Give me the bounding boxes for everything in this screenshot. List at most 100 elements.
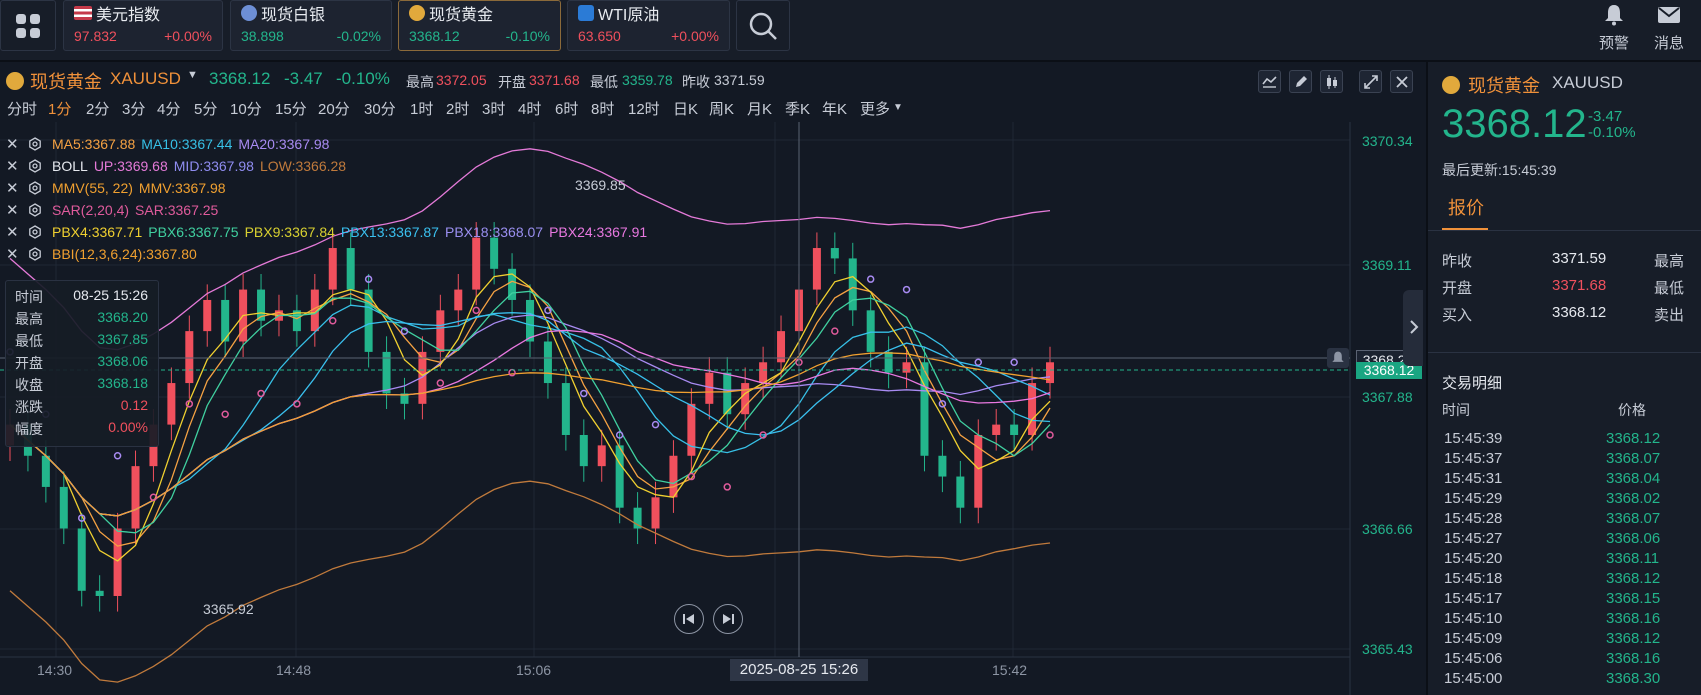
indicator-value: PBX18:3368.07 bbox=[444, 224, 544, 240]
period-4[interactable]: 4分 bbox=[157, 98, 180, 119]
close-icon[interactable]: ✕ bbox=[6, 157, 20, 175]
close-icon[interactable]: ✕ bbox=[6, 245, 20, 263]
period-16[interactable]: 12时 bbox=[628, 98, 660, 119]
period-7[interactable]: 15分 bbox=[275, 98, 307, 119]
candle-body bbox=[59, 486, 68, 529]
period-14[interactable]: 6时 bbox=[555, 98, 578, 119]
candle-body bbox=[490, 237, 499, 269]
trade-time: 15:45:29 bbox=[1444, 490, 1503, 507]
ticker-oil[interactable]: WTI原油 63.650 +0.00% bbox=[567, 0, 730, 51]
expand-panel-handle[interactable] bbox=[1403, 290, 1423, 366]
trade-price: 3368.12 bbox=[1606, 430, 1661, 447]
fullscreen-button[interactable] bbox=[1359, 70, 1382, 93]
bell-icon bbox=[1332, 351, 1344, 362]
ticker-dxy[interactable]: 美元指数 97.832 +0.00% bbox=[63, 0, 223, 51]
candle-body bbox=[579, 434, 588, 467]
settings-icon[interactable] bbox=[28, 137, 42, 151]
quote-value: 3371.68 bbox=[1552, 277, 1607, 294]
period-9[interactable]: 30分 bbox=[364, 98, 396, 119]
price-alert-button[interactable] bbox=[1327, 348, 1349, 368]
period-0[interactable]: 分时 bbox=[7, 98, 37, 119]
draw-tool-button[interactable] bbox=[1289, 70, 1312, 93]
close-icon[interactable]: ✕ bbox=[6, 135, 20, 153]
period-5[interactable]: 5分 bbox=[194, 98, 217, 119]
ticker-gold[interactable]: 现货黄金 3368.12 -0.10% bbox=[398, 0, 561, 51]
candle-body bbox=[436, 310, 445, 352]
period-10[interactable]: 1时 bbox=[410, 98, 433, 119]
indicator-tool-button[interactable] bbox=[1258, 70, 1281, 93]
trade-row: 15:45:20 3368.11 bbox=[1444, 550, 1694, 570]
ticker-name: 现货黄金 bbox=[429, 7, 494, 24]
trade-row: 15:45:17 3368.15 bbox=[1444, 590, 1694, 610]
panel-price: 3368.12 bbox=[1442, 102, 1587, 146]
trade-time: 15:45:27 bbox=[1444, 530, 1503, 547]
open-value: 3371.68 bbox=[529, 72, 580, 88]
quote-label: 昨收 bbox=[1442, 253, 1473, 270]
gold-icon bbox=[409, 5, 425, 21]
close-icon[interactable]: ✕ bbox=[6, 223, 20, 241]
next-button[interactable] bbox=[713, 604, 743, 634]
settings-icon[interactable] bbox=[28, 203, 42, 217]
indicator-value: MA20:3367.98 bbox=[238, 136, 330, 152]
close-icon[interactable]: ✕ bbox=[6, 201, 20, 219]
candle-body bbox=[992, 424, 1001, 435]
prev-button[interactable] bbox=[674, 604, 704, 634]
period-12[interactable]: 3时 bbox=[482, 98, 505, 119]
period-2[interactable]: 2分 bbox=[86, 98, 109, 119]
period-11[interactable]: 2时 bbox=[446, 98, 469, 119]
period-20[interactable]: 季K bbox=[785, 98, 810, 119]
col-price: 价格 bbox=[1618, 402, 1646, 418]
symbol-code[interactable]: XAUUSD bbox=[110, 69, 181, 89]
close-icon bbox=[1395, 75, 1408, 88]
ticker-change: +0.00% bbox=[164, 28, 212, 44]
symbol-name[interactable]: 现货黄金 bbox=[30, 68, 102, 94]
close-chart-button[interactable] bbox=[1390, 70, 1413, 93]
settings-icon[interactable] bbox=[28, 159, 42, 173]
trade-time: 15:45:20 bbox=[1444, 550, 1503, 567]
settings-icon[interactable] bbox=[28, 181, 42, 195]
trade-time: 15:45:10 bbox=[1444, 610, 1503, 627]
candle-body bbox=[41, 455, 50, 487]
period-15[interactable]: 8时 bbox=[591, 98, 614, 119]
period-17[interactable]: 日K bbox=[673, 98, 698, 119]
period-8[interactable]: 20分 bbox=[318, 98, 350, 119]
apps-menu-button[interactable] bbox=[0, 0, 56, 51]
sar-dot bbox=[472, 306, 480, 315]
close-icon[interactable]: ✕ bbox=[6, 179, 20, 197]
period-3[interactable]: 3分 bbox=[122, 98, 145, 119]
chart-type-button[interactable] bbox=[1320, 70, 1343, 93]
tab-quote[interactable]: 报价 bbox=[1448, 194, 1484, 220]
message-button[interactable]: 消息 bbox=[1644, 0, 1694, 52]
quote-label: 最低 bbox=[1654, 280, 1685, 297]
settings-icon[interactable] bbox=[28, 247, 42, 261]
x-tick: 15:06 bbox=[516, 662, 552, 678]
period-19[interactable]: 月K bbox=[747, 98, 772, 119]
chevron-down-icon[interactable]: ▼ bbox=[187, 69, 198, 81]
tooltip-value: 3368.20 bbox=[97, 309, 148, 325]
trade-price: 3368.11 bbox=[1606, 550, 1660, 567]
indicator-row: ✕ PBX4:3367.71 PBX6:3367.75 PBX9:3367.84 PBX… bbox=[6, 222, 653, 242]
chevron-down-icon[interactable]: ▼ bbox=[893, 102, 903, 113]
search-button[interactable] bbox=[736, 0, 790, 51]
x-tick: 14:48 bbox=[276, 662, 312, 678]
ohlc-tooltip: 时间 08-25 15:26 最高 3368.20 最低 3367.85 开盘 3368.06… bbox=[5, 280, 159, 447]
ticker-silver[interactable]: 现货白银 38.898 -0.02% bbox=[230, 0, 392, 51]
period-6[interactable]: 10分 bbox=[230, 98, 262, 119]
alert-button[interactable]: 预警 bbox=[1589, 0, 1639, 52]
period-21[interactable]: 年K bbox=[822, 98, 847, 119]
col-time: 时间 bbox=[1442, 402, 1470, 418]
trade-price: 3368.12 bbox=[1606, 570, 1661, 587]
tooltip-key: 涨跌 bbox=[15, 399, 43, 415]
last-updated: 最后更新:15:45:39 bbox=[1442, 162, 1557, 178]
silver-icon bbox=[241, 5, 257, 21]
period-22[interactable]: 更多 bbox=[860, 98, 890, 119]
period-18[interactable]: 周K bbox=[709, 98, 734, 119]
settings-icon[interactable] bbox=[28, 225, 42, 239]
indicator-row: ✕ MA5:3367.88 MA10:3367.44 MA20:3367.98 bbox=[6, 134, 335, 154]
period-13[interactable]: 4时 bbox=[518, 98, 541, 119]
indicator-value: PBX13:3367.87 bbox=[340, 224, 439, 240]
tooltip-key: 最高 bbox=[15, 311, 43, 327]
period-1[interactable]: 1分 bbox=[48, 98, 71, 119]
quote-value: 3371.59 bbox=[1552, 250, 1607, 267]
trade-time: 15:45:31 bbox=[1444, 470, 1503, 487]
